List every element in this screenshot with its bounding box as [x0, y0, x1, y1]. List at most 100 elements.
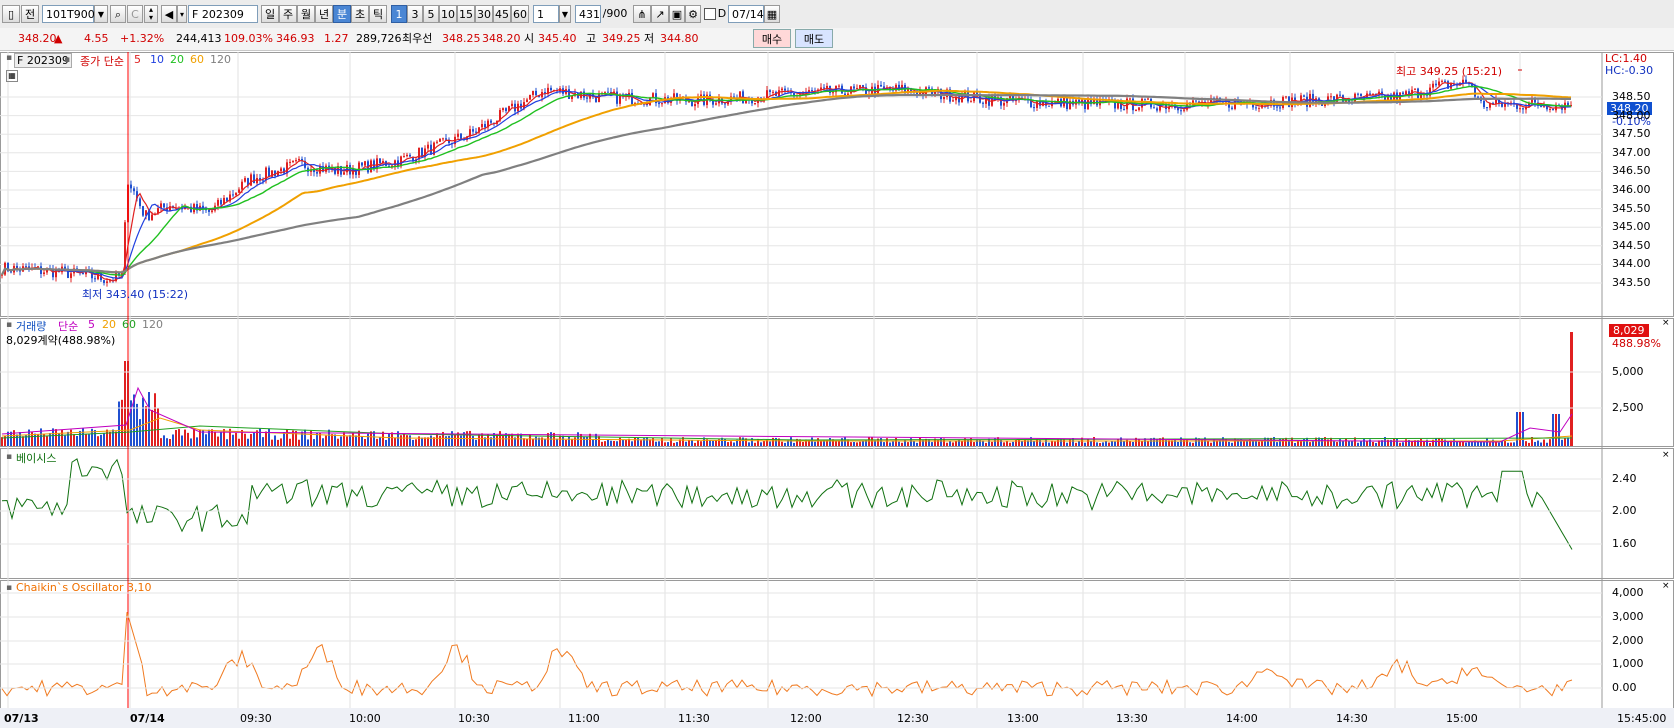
- chaikin-ytick: 2,000: [1612, 634, 1644, 647]
- candle-body: [832, 92, 834, 94]
- volume-bar: [592, 439, 594, 446]
- interval-1-button[interactable]: 1: [391, 5, 407, 23]
- basis-ytick: 1.60: [1612, 537, 1637, 550]
- period-week-button[interactable]: 주: [279, 5, 297, 23]
- volume-bar: [445, 436, 447, 446]
- interval-15-button[interactable]: 15: [457, 5, 475, 23]
- volume-bar: [694, 442, 696, 446]
- grid-toggle-icon[interactable]: ▦: [6, 70, 18, 82]
- candle-body: [211, 210, 213, 212]
- volume-bar: [559, 435, 561, 446]
- volume-bar: [1453, 439, 1455, 446]
- save-icon[interactable]: ▣: [669, 5, 685, 23]
- code-input[interactable]: 101T9000: [42, 5, 102, 23]
- interval-30-button[interactable]: 30: [475, 5, 493, 23]
- code-dropdown-icon[interactable]: ▼: [94, 5, 108, 23]
- volume-bar: [610, 440, 612, 446]
- period-month-button[interactable]: 월: [297, 5, 315, 23]
- sell-button[interactable]: 매도: [795, 29, 833, 48]
- volume-bar: [421, 437, 423, 446]
- count-input[interactable]: 431: [575, 5, 601, 23]
- interval-60-button[interactable]: 60: [511, 5, 529, 23]
- volume-current-pct: 488.98%: [1612, 337, 1661, 350]
- prev-button[interactable]: 전: [21, 5, 39, 23]
- candle-body: [1123, 108, 1125, 110]
- candle-body: [133, 188, 135, 192]
- volume-bar: [346, 436, 348, 446]
- candle-body: [139, 198, 141, 207]
- candle-body: [1501, 103, 1503, 107]
- candle-body: [40, 266, 42, 274]
- volume-bar: [1504, 440, 1506, 446]
- basis-close-icon[interactable]: ×: [1662, 450, 1670, 460]
- xaxis-tick: 14:00: [1226, 712, 1258, 725]
- volume-current-box: 8,029: [1609, 324, 1649, 337]
- candle-body: [616, 91, 618, 104]
- interval-45-button[interactable]: 45: [493, 5, 511, 23]
- search-icon[interactable]: ⌕: [110, 5, 126, 23]
- volume-bar: [1294, 442, 1296, 446]
- spin-icon[interactable]: ▴ ▾: [144, 5, 158, 23]
- volume-current: 8,029계약(488.98%): [6, 334, 116, 347]
- candle-body: [409, 154, 411, 157]
- candle-body: [769, 90, 771, 92]
- volume-bar: [88, 434, 90, 446]
- volume-bar: [409, 435, 411, 446]
- volume-bar: [814, 441, 816, 446]
- period-second-button[interactable]: 초: [351, 5, 369, 23]
- candle-body: [268, 167, 270, 177]
- volume-bar: [169, 439, 171, 446]
- volume-bar: [334, 434, 336, 446]
- period-day-button[interactable]: 일: [261, 5, 279, 23]
- candle-body: [490, 120, 492, 123]
- speaker-icon[interactable]: ◀: [161, 5, 177, 23]
- candle-body: [1444, 80, 1446, 82]
- volume-bar: [1048, 442, 1050, 446]
- interval-10-button[interactable]: 10: [439, 5, 457, 23]
- d-checkbox[interactable]: [704, 5, 716, 23]
- interval-3-button[interactable]: 3: [407, 5, 423, 23]
- vma60-legend: 60: [122, 318, 136, 331]
- name-input[interactable]: F 202309: [188, 5, 258, 23]
- panel-marker-icon: ▪: [6, 452, 13, 462]
- xaxis-tick: 13:30: [1116, 712, 1148, 725]
- period-minute-button[interactable]: 분: [333, 5, 351, 23]
- period-tick-button[interactable]: 틱: [369, 5, 387, 23]
- volume-bar: [619, 437, 621, 446]
- volume-bar: [1375, 442, 1377, 446]
- indicator-icon[interactable]: ⋔: [633, 5, 651, 23]
- volume-bar: [688, 440, 690, 446]
- volume-bar: [55, 429, 57, 446]
- volume-bar: [691, 440, 693, 446]
- candle-body: [280, 168, 282, 172]
- date-input[interactable]: 07/14: [728, 5, 764, 23]
- volume-bar: [115, 431, 117, 446]
- drawing-icon[interactable]: ↗: [651, 5, 669, 23]
- buy-button[interactable]: 매수: [753, 29, 791, 48]
- volume-bar: [289, 438, 291, 446]
- volume-bar: [1396, 438, 1398, 446]
- candle-body: [1438, 81, 1440, 86]
- volume-bar: [286, 429, 288, 446]
- volume-bar: [106, 429, 108, 446]
- speaker-dropdown-icon[interactable]: ▾: [177, 5, 187, 23]
- chart-canvas[interactable]: [0, 52, 1674, 728]
- layout-icon[interactable]: ▯: [2, 5, 20, 23]
- gear-icon[interactable]: ⚙: [685, 5, 701, 23]
- period-year-button[interactable]: 년: [315, 5, 333, 23]
- chaikin-close-icon[interactable]: ×: [1662, 581, 1670, 591]
- candle-body: [781, 88, 783, 91]
- interval-5-button[interactable]: 5: [423, 5, 439, 23]
- compare-icon[interactable]: C: [127, 5, 143, 23]
- volume-close-icon[interactable]: ×: [1662, 318, 1670, 328]
- candle-body: [661, 103, 663, 105]
- candle-body: [1195, 100, 1197, 102]
- volume-bar: [94, 430, 96, 446]
- volume-bar: [733, 442, 735, 446]
- calendar-icon[interactable]: ▦: [764, 5, 780, 23]
- candle-body: [406, 154, 408, 157]
- volume-bar: [439, 435, 441, 446]
- interval-dropdown-icon[interactable]: ▼: [559, 5, 571, 23]
- volume-bar: [556, 438, 558, 446]
- interval-select[interactable]: 1: [533, 5, 559, 23]
